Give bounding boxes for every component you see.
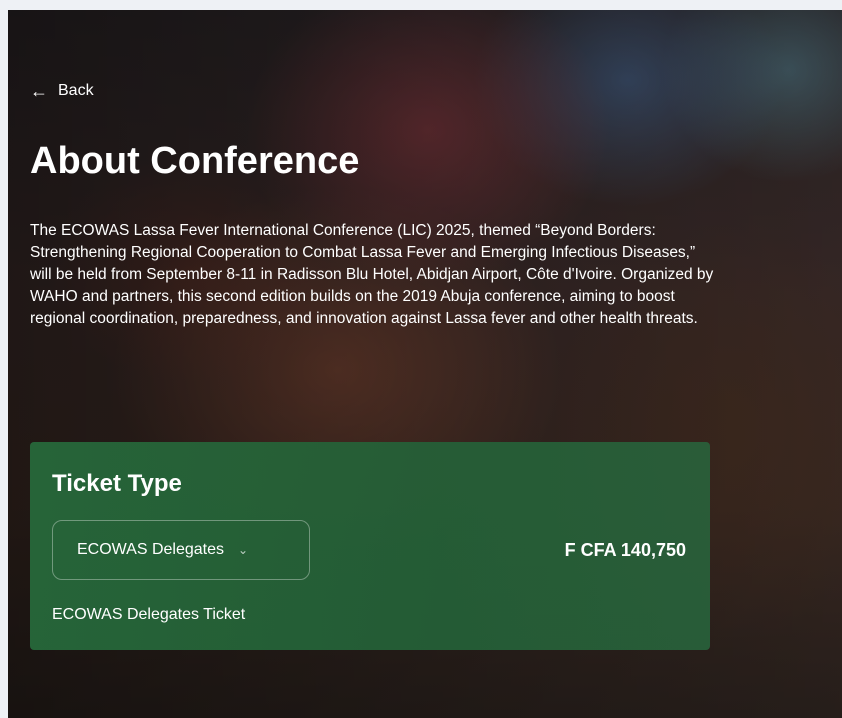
ticket-type-heading: Ticket Type — [52, 470, 182, 497]
arrow-left-icon: ← — [30, 81, 48, 101]
chevron-down-icon: ⌄ — [238, 543, 249, 557]
ticket-type-card: Ticket Type ECOWAS Delegates ⌄ F CFA 140… — [30, 442, 710, 650]
ticket-type-selected-value: ECOWAS Delegates — [77, 541, 225, 558]
ticket-type-select[interactable]: ECOWAS Delegates ⌄ — [52, 520, 310, 580]
hero-background: ← Back About Conference The ECOWAS Lassa… — [8, 10, 842, 718]
ticket-price: F CFA 140,750 — [564, 540, 686, 560]
ticket-description: ECOWAS Delegates Ticket — [52, 606, 246, 623]
back-label: Back — [58, 82, 94, 99]
page-title: About Conference — [30, 140, 360, 182]
back-button[interactable]: ← Back — [30, 82, 94, 100]
conference-description: The ECOWAS Lassa Fever International Con… — [30, 222, 714, 327]
